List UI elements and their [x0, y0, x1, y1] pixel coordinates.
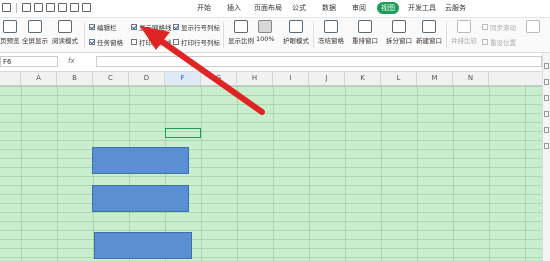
- arrow-shaft: [151, 33, 265, 115]
- red-arrow-annotation: [140, 26, 265, 115]
